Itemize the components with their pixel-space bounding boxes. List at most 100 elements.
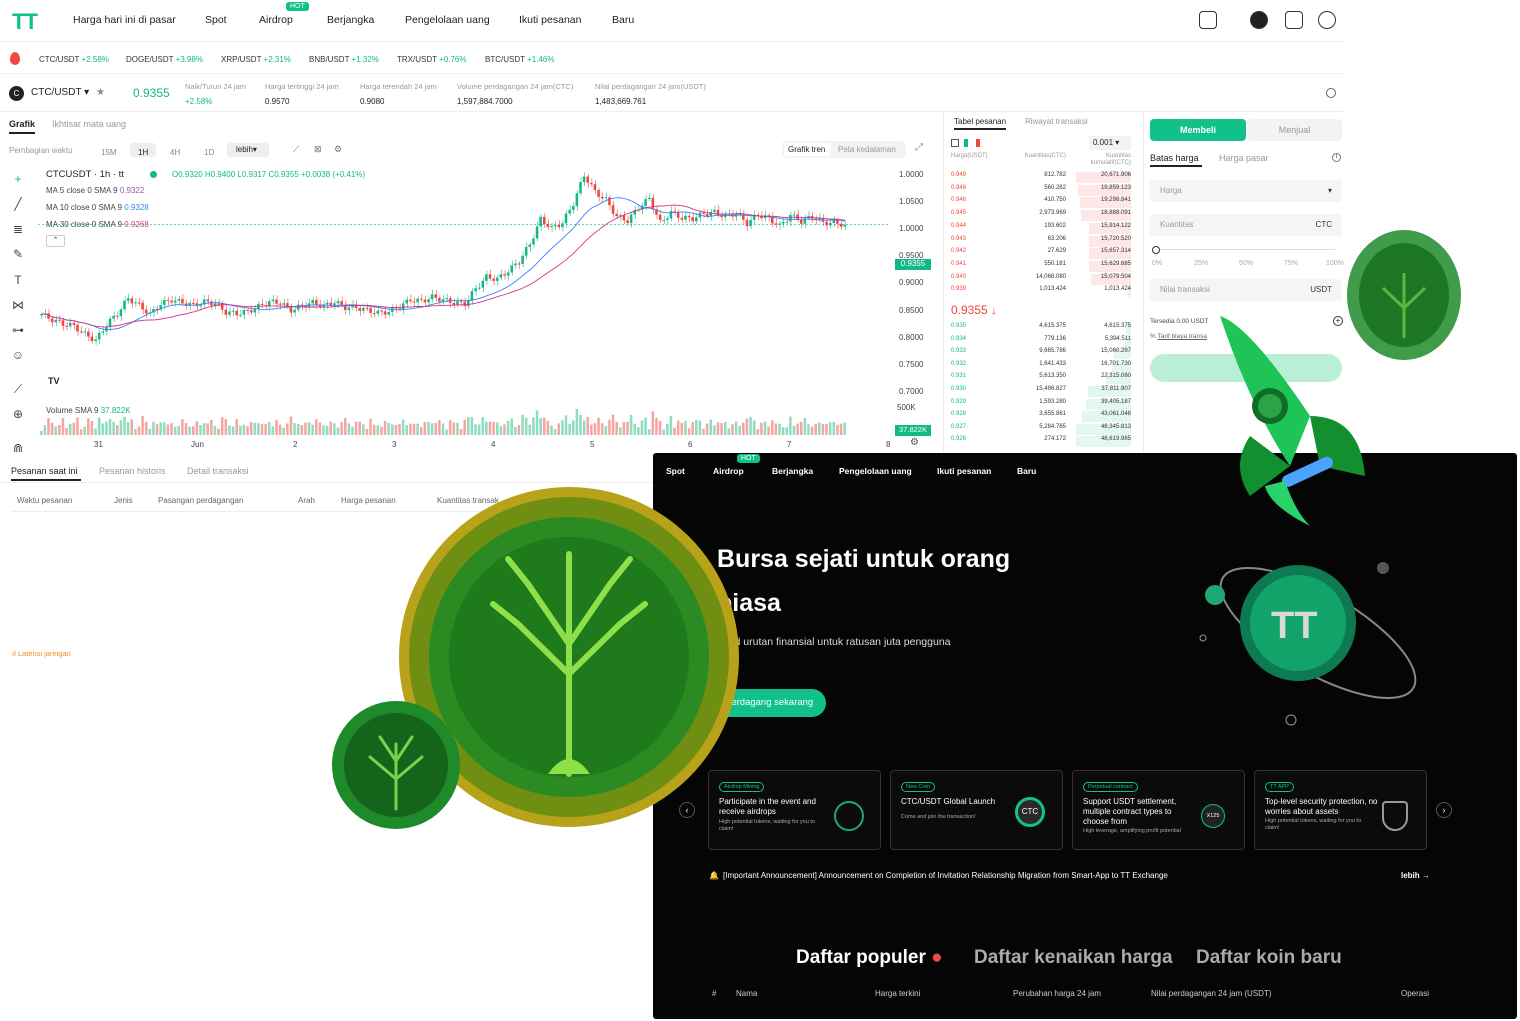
text-icon[interactable]: T bbox=[10, 272, 26, 288]
tf-4h[interactable]: 4H bbox=[170, 148, 180, 157]
fullscreen-icon[interactable]: ⊠ bbox=[314, 144, 322, 155]
bid-row[interactable]: 0.932 1,641.433 16,701.730 bbox=[944, 360, 1134, 373]
precision-select[interactable]: 0.001 ▾ bbox=[1089, 136, 1131, 150]
settings-icon[interactable] bbox=[1326, 88, 1336, 98]
announcement-text[interactable]: [Important Announcement] Announcement on… bbox=[723, 871, 1168, 880]
ask-row[interactable]: 0.940 14,066.080 15,079.504 bbox=[944, 273, 1134, 286]
nav-earn[interactable]: Pengelolaan uang bbox=[405, 14, 490, 26]
ask-row[interactable]: 0.941 550.181 15,629.685 bbox=[944, 260, 1134, 273]
promo-nav-spot[interactable]: Spot bbox=[666, 466, 685, 476]
nav-new[interactable]: Baru bbox=[612, 14, 634, 26]
ticker-item[interactable]: TRX/USDT +0.76% bbox=[397, 55, 466, 64]
slider-track[interactable] bbox=[1155, 249, 1335, 250]
indicator-icon[interactable]: ⟋ bbox=[293, 144, 299, 155]
bid-row[interactable]: 0.927 5,284.765 48,345.813 bbox=[944, 423, 1134, 436]
ticker-item[interactable]: BTC/USDT +1.46% bbox=[485, 55, 554, 64]
sell-tab[interactable]: Menjual bbox=[1247, 119, 1342, 141]
tab-orderbook[interactable]: Tabel pesanan bbox=[954, 117, 1006, 126]
buy-tab[interactable]: Membeli bbox=[1150, 119, 1246, 141]
ask-row[interactable]: 0.939 1,013.424 1,013.424 bbox=[944, 286, 1134, 298]
pair-selector[interactable]: CTC/USDT ▾ bbox=[31, 87, 89, 98]
fib-icon[interactable]: ≣ bbox=[10, 221, 26, 237]
bid-row[interactable]: 0.929 1,593.280 39,405.187 bbox=[944, 398, 1134, 411]
carousel-next-button[interactable]: › bbox=[1436, 802, 1452, 818]
list-tab-new[interactable]: Daftar koin baru bbox=[1196, 947, 1342, 969]
pattern-icon[interactable]: ⋈ bbox=[10, 297, 26, 313]
tf-more[interactable]: lebih▾ bbox=[227, 143, 269, 157]
ask-row[interactable]: 0.946 410.750 19,298.841 bbox=[944, 197, 1134, 209]
tf-1d[interactable]: 1D bbox=[204, 148, 214, 157]
ask-row[interactable]: 0.945 2,973.969 18,888.091 bbox=[944, 210, 1134, 222]
quantity-input[interactable]: Kuantitas CTC bbox=[1150, 214, 1342, 236]
ask-row[interactable]: 0.943 63.206 15,720.520 bbox=[944, 235, 1134, 248]
star-icon[interactable]: ★ bbox=[96, 87, 105, 98]
bid-row[interactable]: 0.931 5,613.350 22,315.080 bbox=[944, 373, 1134, 385]
magnet-icon[interactable]: ⋒ bbox=[10, 440, 26, 456]
tab-order-history[interactable]: Pesanan historis bbox=[99, 466, 166, 476]
wallet-icon[interactable] bbox=[1199, 11, 1217, 29]
nav-spot[interactable]: Spot bbox=[205, 14, 227, 26]
promo-nav-new[interactable]: Baru bbox=[1017, 466, 1036, 476]
chart-settings-icon[interactable]: ⚙ bbox=[334, 144, 342, 155]
pct-25[interactable]: 25% bbox=[1194, 260, 1208, 267]
axis-settings-icon[interactable]: ⚙ bbox=[910, 437, 919, 448]
pct-75[interactable]: 75% bbox=[1284, 260, 1298, 267]
ticker-item[interactable]: CTC/USDT +2.58% bbox=[39, 55, 109, 64]
logo[interactable]: TT bbox=[12, 9, 38, 35]
pct-100[interactable]: 100% bbox=[1326, 260, 1344, 267]
layout-asks-icon[interactable] bbox=[976, 139, 980, 147]
ask-row[interactable]: 0.942 27.629 15,657.314 bbox=[944, 248, 1134, 260]
nav-futures[interactable]: Berjangka bbox=[327, 14, 374, 26]
slider-handle[interactable] bbox=[1152, 246, 1160, 254]
tab-chart[interactable]: Grafik bbox=[9, 119, 35, 129]
tab-trade-details[interactable]: Detail transaksi bbox=[187, 466, 249, 476]
measure-icon[interactable]: ⊶ bbox=[10, 322, 26, 338]
promo-nav-airdrop[interactable]: Airdrop bbox=[713, 466, 744, 476]
promo-nav-copy[interactable]: Ikuti pesanan bbox=[937, 466, 991, 476]
ask-row[interactable]: 0.949 812.782 20,671.906 bbox=[944, 172, 1134, 184]
emoji-icon[interactable]: ☺ bbox=[10, 347, 26, 363]
bid-row[interactable]: 0.930 15,496.827 37,811.907 bbox=[944, 386, 1134, 398]
ticker-item[interactable]: BNB/USDT +1.32% bbox=[309, 55, 379, 64]
bid-row[interactable]: 0.926 274.172 48,619.985 bbox=[944, 436, 1134, 448]
pct-0[interactable]: 0% bbox=[1152, 260, 1162, 267]
nav-copy[interactable]: Ikuti pesanan bbox=[519, 14, 581, 26]
view-depth[interactable]: Peta kedalaman bbox=[838, 145, 896, 154]
tf-1h[interactable]: 1H bbox=[138, 148, 148, 157]
bid-row[interactable]: 0.928 3,655.861 43,061.048 bbox=[944, 411, 1134, 423]
list-tab-gainers[interactable]: Daftar kenaikan harga bbox=[974, 947, 1173, 969]
ask-row[interactable]: 0.948 560.282 19,859.123 bbox=[944, 184, 1134, 197]
price-chart[interactable] bbox=[38, 160, 890, 440]
nav-market[interactable]: Harga hari ini di pasar bbox=[73, 14, 176, 26]
bid-row[interactable]: 0.933 9,665.786 15,060.297 bbox=[944, 348, 1134, 360]
bid-row[interactable]: 0.934 779.136 5,394.511 bbox=[944, 335, 1134, 348]
avatar[interactable] bbox=[1250, 11, 1268, 29]
nav-airdrop[interactable]: Airdrop bbox=[259, 14, 293, 26]
ticker-item[interactable]: XRP/USDT +2.31% bbox=[221, 55, 291, 64]
promo-nav-earn[interactable]: Pengelolaan uang bbox=[839, 466, 912, 476]
ruler-icon[interactable]: ⟋ bbox=[10, 381, 26, 397]
globe-icon[interactable] bbox=[1318, 11, 1336, 29]
layout-bids-icon[interactable] bbox=[964, 139, 968, 147]
list-tab-popular[interactable]: Daftar populer ● bbox=[796, 947, 943, 969]
pct-50[interactable]: 50% bbox=[1239, 260, 1253, 267]
crosshair-icon[interactable]: + bbox=[10, 171, 26, 187]
promo-card[interactable]: Perpetual contract Support USDT settleme… bbox=[1072, 770, 1245, 850]
brush-icon[interactable]: ✎ bbox=[10, 246, 26, 262]
expand-icon[interactable]: ⤢ bbox=[915, 142, 923, 153]
tf-15m[interactable]: 15M bbox=[101, 148, 117, 157]
ticker-item[interactable]: DOGE/USDT +3.98% bbox=[126, 55, 203, 64]
trendline-icon[interactable]: ╱ bbox=[10, 196, 26, 212]
download-icon[interactable] bbox=[1285, 11, 1303, 29]
layout-both-icon[interactable] bbox=[951, 139, 959, 147]
limit-tab[interactable]: Batas harga bbox=[1150, 153, 1199, 163]
promo-nav-futures[interactable]: Berjangka bbox=[772, 466, 813, 476]
info-icon[interactable]: i bbox=[1332, 153, 1341, 162]
view-trend[interactable]: Grafik tren bbox=[788, 145, 825, 154]
market-tab[interactable]: Harga pasar bbox=[1219, 153, 1269, 163]
ask-row[interactable]: 0.944 193.602 15,914.122 bbox=[944, 222, 1134, 235]
price-input[interactable]: Harga ▾ bbox=[1150, 180, 1342, 202]
bid-row[interactable]: 0.935 4,615.375 4,615.375 bbox=[944, 323, 1134, 335]
promo-card[interactable]: TT APP Top-level security protection, no… bbox=[1254, 770, 1427, 850]
tab-open-orders[interactable]: Pesanan saat ini bbox=[11, 466, 78, 476]
